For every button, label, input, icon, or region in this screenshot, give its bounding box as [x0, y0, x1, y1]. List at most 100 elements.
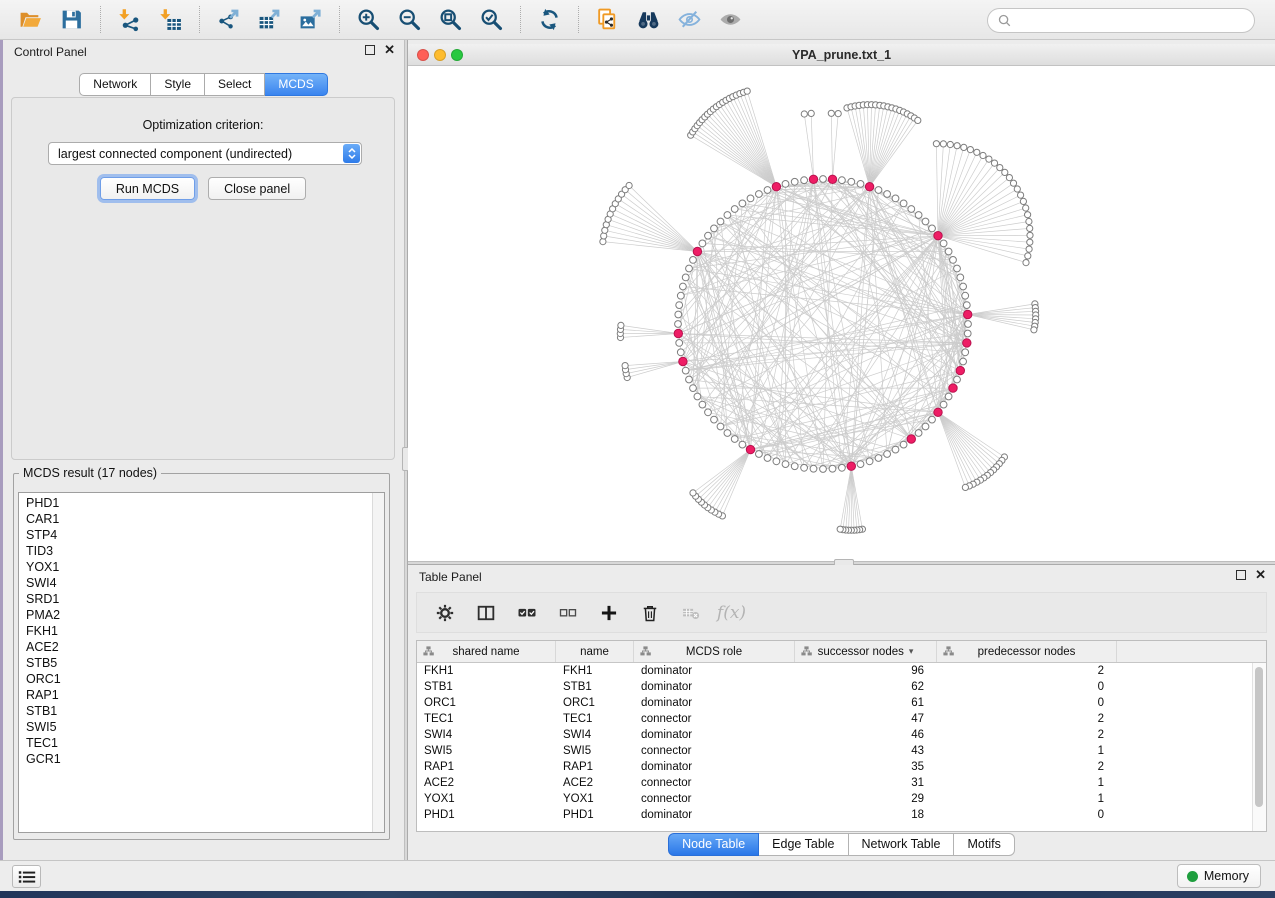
- export-network-button[interactable]: [212, 5, 245, 35]
- column-header-shared-name[interactable]: shared name: [417, 641, 556, 662]
- mcds-result-item[interactable]: SWI5: [26, 719, 384, 735]
- toolbar-buttons: [0, 5, 751, 35]
- mcds-result-item[interactable]: RAP1: [26, 687, 384, 703]
- mcds-list-scrollbar[interactable]: [372, 493, 384, 832]
- close-window-icon[interactable]: [417, 49, 429, 61]
- mcds-result-box: MCDS result (17 nodes) PHD1CAR1STP4TID3Y…: [13, 466, 390, 840]
- table-row[interactable]: RAP1RAP1dominator352: [417, 759, 1266, 775]
- scrollbar-thumb[interactable]: [1255, 667, 1263, 807]
- minimize-window-icon[interactable]: [434, 49, 446, 61]
- mcds-result-list: PHD1CAR1STP4TID3YOX1SWI4SRD1PMA2FKH1ACE2…: [18, 492, 385, 833]
- tab-node-table[interactable]: Node Table: [668, 833, 759, 856]
- table-row[interactable]: YOX1YOX1connector291: [417, 791, 1266, 807]
- export-image-icon: [298, 7, 323, 32]
- mcds-result-item[interactable]: SRD1: [26, 591, 384, 607]
- float-panel-icon[interactable]: [1236, 570, 1246, 580]
- show-all-button[interactable]: [714, 5, 747, 35]
- tab-network[interactable]: Network: [79, 73, 151, 96]
- import-network-button[interactable]: [113, 5, 146, 35]
- import-table-button[interactable]: [154, 5, 187, 35]
- table-row[interactable]: TEC1TEC1connector472: [417, 711, 1266, 727]
- network-canvas[interactable]: [408, 66, 1275, 561]
- table-row[interactable]: SWI5SWI5connector431: [417, 743, 1266, 759]
- control-panel-tabs: NetworkStyleSelectMCDS: [3, 73, 404, 96]
- column-header-MCDS-role[interactable]: MCDS role: [634, 641, 795, 662]
- show-columns-button[interactable]: [473, 600, 498, 625]
- control-panel-title: Control Panel: [14, 45, 87, 59]
- criterion-select[interactable]: largest connected component (undirected): [48, 142, 362, 165]
- save-session-button[interactable]: [55, 5, 88, 35]
- mcds-result-item[interactable]: STB5: [26, 655, 384, 671]
- tab-motifs[interactable]: Motifs: [954, 833, 1014, 856]
- table-row[interactable]: FKH1FKH1dominator962: [417, 663, 1266, 679]
- delete-row-button[interactable]: [637, 600, 662, 625]
- mcds-result-item[interactable]: PMA2: [26, 607, 384, 623]
- table-row[interactable]: ACE2ACE2connector311: [417, 775, 1266, 791]
- save-session-icon: [59, 7, 84, 32]
- cell-predecessor-nodes: 2: [937, 665, 1117, 677]
- mcds-result-item[interactable]: TEC1: [26, 735, 384, 751]
- search-input[interactable]: [1017, 10, 1254, 31]
- tab-select[interactable]: Select: [205, 73, 265, 96]
- tab-edge-table[interactable]: Edge Table: [759, 833, 848, 856]
- table-row[interactable]: STB1STB1dominator620: [417, 679, 1266, 695]
- attribute-type-icon: [423, 646, 434, 656]
- table-scrollbar[interactable]: [1252, 663, 1266, 831]
- table-row[interactable]: ORC1ORC1dominator610: [417, 695, 1266, 711]
- mcds-result-item[interactable]: FKH1: [26, 623, 384, 639]
- mcds-result-item[interactable]: STP4: [26, 527, 384, 543]
- zoom-in-button[interactable]: [352, 5, 385, 35]
- select-all-button[interactable]: [514, 600, 539, 625]
- network-view: YPA_prune.txt_1: [408, 40, 1275, 561]
- mcds-result-item[interactable]: GCR1: [26, 751, 384, 767]
- table-options-button[interactable]: [432, 600, 457, 625]
- column-header-successor-nodes[interactable]: successor nodes▾: [795, 641, 937, 662]
- memory-button[interactable]: Memory: [1177, 864, 1261, 888]
- toolbar-separator: [339, 6, 340, 33]
- table-row[interactable]: PHD1PHD1dominator180: [417, 807, 1266, 823]
- search-binoculars-button[interactable]: [632, 5, 665, 35]
- mcds-result-item[interactable]: TID3: [26, 543, 384, 559]
- zoom-selected-button[interactable]: [475, 5, 508, 35]
- export-image-button[interactable]: [294, 5, 327, 35]
- mcds-result-item[interactable]: CAR1: [26, 511, 384, 527]
- cell-MCDS-role: connector: [634, 745, 795, 757]
- export-table-button[interactable]: [253, 5, 286, 35]
- mcds-result-title: MCDS result (17 nodes): [19, 466, 161, 480]
- open-file-icon: [18, 7, 43, 32]
- search-binoculars-icon: [636, 7, 661, 32]
- search-icon: [998, 14, 1011, 27]
- close-panel-button[interactable]: Close panel: [208, 177, 306, 200]
- apply-layout-button[interactable]: [533, 5, 566, 35]
- open-file-button[interactable]: [14, 5, 47, 35]
- hide-selected-button[interactable]: [673, 5, 706, 35]
- mcds-result-item[interactable]: PHD1: [26, 495, 384, 511]
- mcds-result-item[interactable]: STB1: [26, 703, 384, 719]
- float-panel-icon[interactable]: [365, 45, 375, 55]
- mcds-result-item[interactable]: YOX1: [26, 559, 384, 575]
- tab-style[interactable]: Style: [151, 73, 205, 96]
- table-row[interactable]: SWI4SWI4dominator462: [417, 727, 1266, 743]
- mcds-result-item[interactable]: ACE2: [26, 639, 384, 655]
- task-history-button[interactable]: [12, 865, 41, 888]
- close-panel-icon[interactable]: ✕: [1255, 570, 1266, 580]
- column-header-predecessor-nodes[interactable]: predecessor nodes: [937, 641, 1117, 662]
- mcds-result-item[interactable]: SWI4: [26, 575, 384, 591]
- maximize-window-icon[interactable]: [451, 49, 463, 61]
- clone-network-icon: [595, 7, 620, 32]
- mcds-result-item[interactable]: ORC1: [26, 671, 384, 687]
- status-bar: Memory: [0, 860, 1275, 891]
- cell-shared-name: STB1: [417, 681, 556, 693]
- network-graph[interactable]: [408, 66, 1275, 562]
- tab-network-table[interactable]: Network Table: [849, 833, 955, 856]
- zoom-fit-button[interactable]: [434, 5, 467, 35]
- deselect-all-button[interactable]: [555, 600, 580, 625]
- column-header-name[interactable]: name: [556, 641, 634, 662]
- zoom-out-icon: [397, 7, 422, 32]
- zoom-out-button[interactable]: [393, 5, 426, 35]
- close-panel-icon[interactable]: ✕: [384, 45, 395, 55]
- add-row-button[interactable]: [596, 600, 621, 625]
- clone-network-button[interactable]: [591, 5, 624, 35]
- tab-mcds[interactable]: MCDS: [265, 73, 327, 96]
- run-mcds-button[interactable]: Run MCDS: [100, 177, 195, 200]
